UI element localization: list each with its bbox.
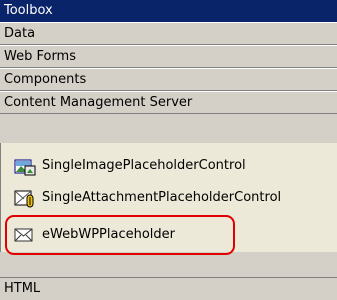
category-tab-data[interactable]: Data [0,22,337,45]
attachment-placeholder-icon [14,189,36,208]
toolbox-item-single-image-placeholder[interactable]: SingleImagePlaceholderControl [0,152,337,180]
category-label: Content Management Server [4,95,193,110]
image-placeholder-icon [14,157,36,176]
category-label: Components [4,72,87,87]
item-label: eWebWPPlaceholder [42,227,175,242]
category-tab-content-management-server[interactable]: Content Management Server [0,91,337,114]
toolbox-title: Toolbox [4,3,53,18]
toolbox-item-ewebwp-placeholder[interactable]: eWebWPPlaceholder [0,221,337,249]
item-label: SingleImagePlaceholderControl [42,158,246,173]
toolbox-item-single-attachment-placeholder[interactable]: SingleAttachmentPlaceholderControl [0,184,337,212]
category-tab-components[interactable]: Components [0,68,337,91]
envelope-icon [14,226,36,245]
category-tab-web-forms[interactable]: Web Forms [0,45,337,68]
toolbox-title-bar: Toolbox [0,0,337,22]
item-label: SingleAttachmentPlaceholderControl [42,190,282,205]
category-label: HTML [4,281,41,296]
category-tab-html[interactable]: HTML [0,277,337,300]
category-label: Web Forms [4,49,76,64]
category-label: Data [4,26,36,41]
